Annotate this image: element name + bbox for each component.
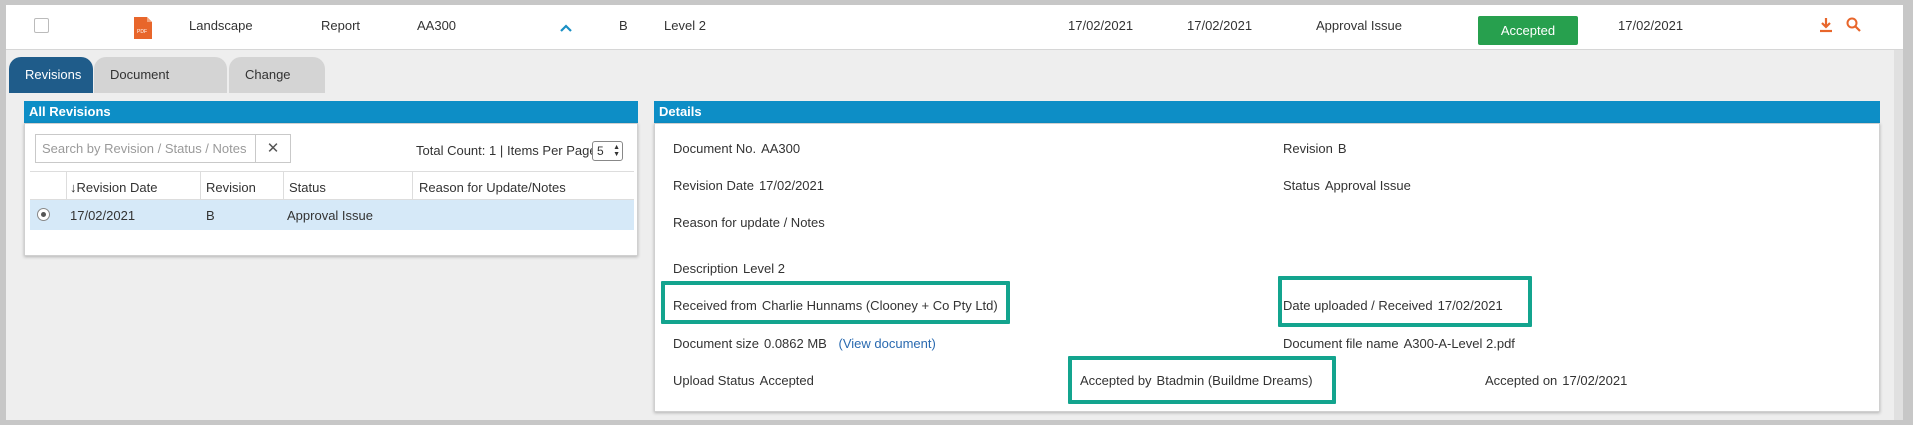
detail-revision-date: Revision Date 17/02/2021 [673,178,825,193]
items-per-page-value: 5 [597,144,604,158]
detail-accepted-on: Accepted on 17/02/2021 [1485,373,1628,388]
orientation-cell: Landscape [189,18,253,33]
row-status: Approval Issue [287,208,373,223]
col-status[interactable]: Status [289,180,326,195]
detail-status: Status Approval Issue [1283,178,1411,193]
stepper-arrows-icon[interactable]: ▲ ▼ [613,144,620,158]
tab-document-history[interactable]: Document History [94,57,227,118]
items-per-page-stepper[interactable]: 5 ▲ ▼ [592,141,623,161]
detail-document-size: Document size 0.0862 MB (View document) [673,336,936,351]
col-reason-notes[interactable]: Reason for Update/Notes [419,180,566,195]
row-checkbox[interactable] [34,18,49,33]
type-cell: Report [321,18,361,33]
row-revision: B [206,208,215,223]
detail-reason: Reason for update / Notes [673,215,825,230]
all-revisions-header: All Revisions [24,101,638,123]
total-count-label: Total Count: 1 | [416,143,504,158]
col-revision[interactable]: Revision [206,180,256,195]
status-cell: Approval Issue [1316,18,1402,33]
detail-document-file-name: Document file name A300-A-Level 2.pdf [1283,336,1515,351]
chevron-up-icon[interactable] [559,23,573,33]
description-cell: Level 2 [664,18,706,33]
detail-revision: Revision B [1283,141,1347,156]
tab-revisions[interactable]: Revisions [9,57,93,93]
accepted-status-badge[interactable]: Accepted [1478,16,1578,45]
doc-no-cell: AA300 [417,18,457,33]
pdf-icon[interactable]: PDF [134,17,152,39]
details-header: Details [654,101,1880,123]
clear-search-button[interactable]: ✕ [255,134,291,163]
view-document-link[interactable]: (View document) [838,336,935,351]
revisions-table-header: ↓Revision Date Revision Status Reason fo… [30,171,634,201]
revision-search-field[interactable] [35,134,291,163]
document-row[interactable]: PDF Landscape Report AA300 B Level 2 17/… [6,5,1903,50]
search-icon[interactable] [1846,17,1861,32]
date-cell-2: 17/02/2021 [1187,18,1253,33]
detail-upload-status: Upload Status Accepted [673,373,814,388]
detail-accepted-by: Accepted by Btadmin (Buildme Dreams) [1080,373,1313,388]
row-radio[interactable] [37,208,50,221]
detail-date-uploaded: Date uploaded / Received 17/02/2021 [1283,298,1503,313]
col-revision-date[interactable]: ↓Revision Date [70,180,157,195]
row-revision-date: 17/02/2021 [70,208,136,223]
detail-document-no: Document No. AA300 [673,141,801,156]
date-cell-1: 17/02/2021 [1068,18,1134,33]
revision-search-input[interactable] [36,135,291,162]
items-per-page-label: Items Per Page [507,143,597,158]
svg-text:PDF: PDF [137,29,147,35]
date-cell-3: 17/02/2021 [1618,18,1684,33]
tab-change-log[interactable]: Change log [229,57,325,118]
revision-cell: B [619,18,628,33]
table-row[interactable]: 17/02/2021 B Approval Issue [30,200,634,230]
vertical-scrollbar[interactable] [1894,50,1903,420]
download-icon[interactable] [1819,17,1833,33]
detail-description: Description Level 2 [673,261,785,276]
detail-received-from: Received from Charlie Hunnams (Clooney + … [673,298,998,313]
